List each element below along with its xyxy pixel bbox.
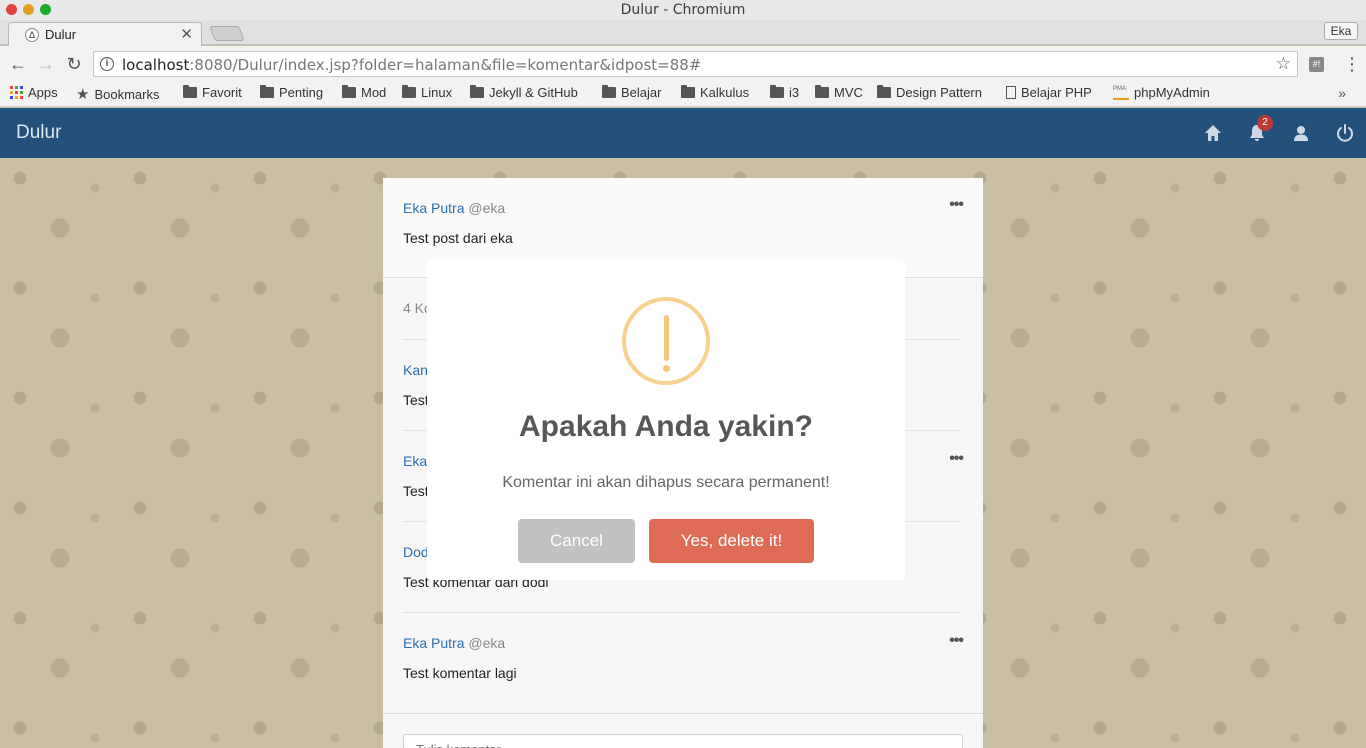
confirm-delete-button[interactable]: Yes, delete it! xyxy=(649,519,814,563)
modal-overlay: Apakah Anda yakin? Komentar ini akan dih… xyxy=(0,0,1366,748)
confirm-dialog: Apakah Anda yakin? Komentar ini akan dih… xyxy=(427,260,905,580)
cancel-button[interactable]: Cancel xyxy=(518,519,635,563)
warning-icon xyxy=(622,297,710,385)
dialog-title: Apakah Anda yakin? xyxy=(519,410,813,443)
dialog-message: Komentar ini akan dihapus secara permane… xyxy=(502,474,830,491)
